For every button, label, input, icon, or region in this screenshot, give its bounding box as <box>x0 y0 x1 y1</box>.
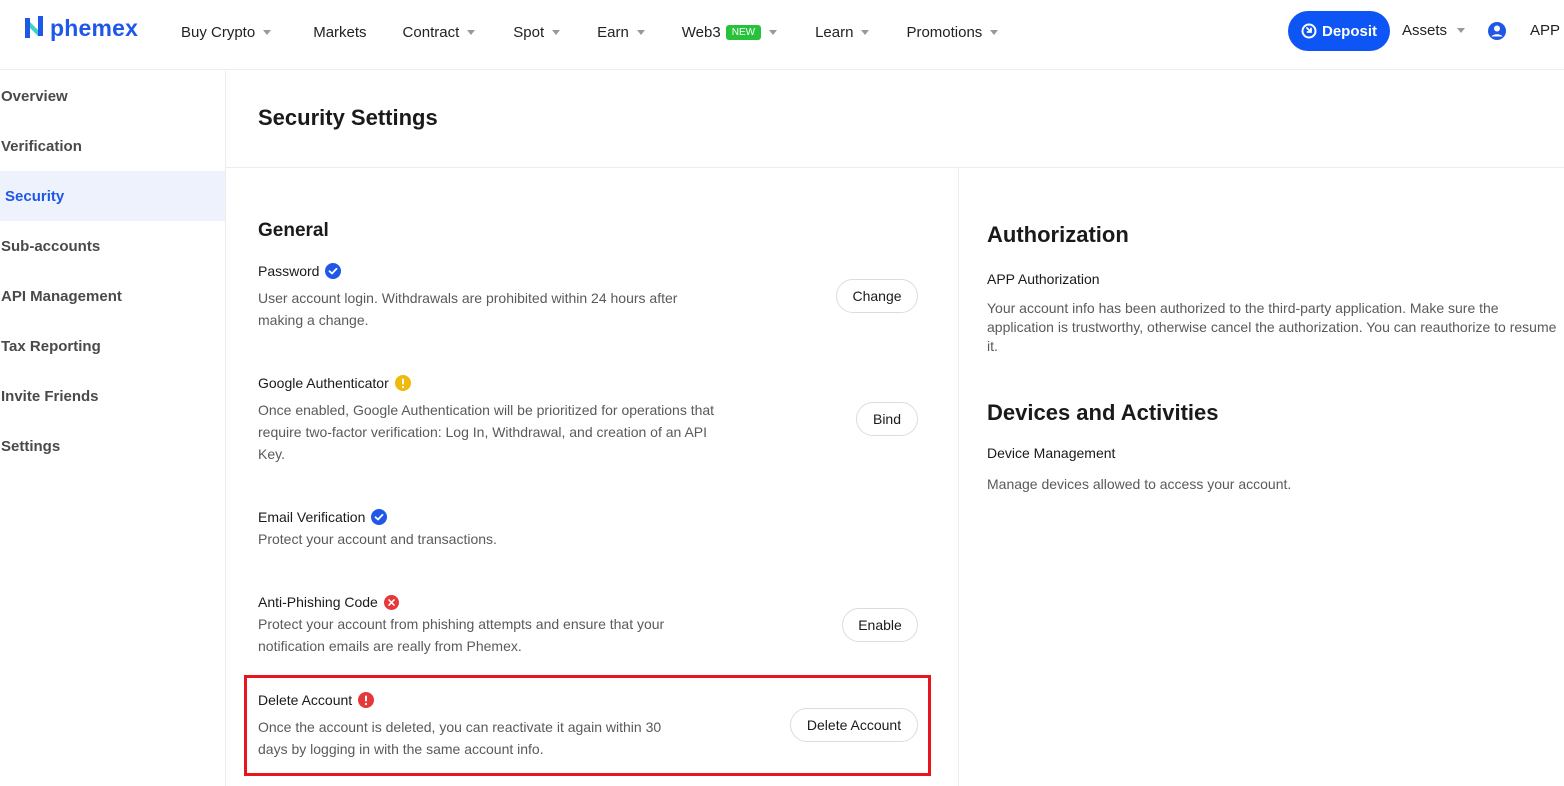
anti-phishing-description: Protect your account from phishing attem… <box>258 613 664 657</box>
description-line: Protect your account and transactions. <box>258 531 497 547</box>
bind-google-authenticator-button[interactable]: Bind <box>856 402 918 436</box>
sidebar-item-invite-friends[interactable]: Invite Friends <box>0 371 225 421</box>
x-circle-icon <box>383 594 399 610</box>
nav-contract[interactable]: Contract <box>403 24 476 41</box>
exclamation-circle-icon <box>358 692 375 708</box>
exclamation-circle-icon <box>394 375 411 391</box>
description-line: User account login. Withdrawals are proh… <box>258 290 678 306</box>
nav-label: Buy Crypto <box>181 23 256 41</box>
description-line: Once enabled, Google Authentication will… <box>258 402 715 418</box>
app-authorization-description: Your account info has been authorized to… <box>987 299 1564 356</box>
nav-label: Contract <box>402 23 460 41</box>
assets-label: Assets <box>1402 22 1448 39</box>
phemex-logo-icon <box>25 16 43 38</box>
phemex-logo[interactable]: phemex <box>24 14 138 42</box>
user-circle-icon[interactable] <box>1487 21 1507 41</box>
nav-learn[interactable]: Learn <box>815 23 870 41</box>
password-row-title: Password <box>258 263 342 279</box>
google-authenticator-description: Once enabled, Google Authentication will… <box>258 399 714 465</box>
nav-label: Promotions <box>906 23 983 41</box>
google-authenticator-row-title: Google Authenticator <box>258 375 411 391</box>
assets-menu[interactable]: Assets <box>1402 22 1466 39</box>
description-line: Your account info has been authorized to… <box>987 300 1499 316</box>
row-title-text: Email Verification <box>258 509 366 525</box>
delete-account-row-title: Delete Account <box>258 692 375 708</box>
chevron-down-icon <box>263 29 272 35</box>
deposit-label: Deposit <box>1321 22 1377 40</box>
device-management-link[interactable]: Device Management <box>987 445 1115 461</box>
description-line: Key. <box>258 446 285 462</box>
sidebar: Overview Verification Security Sub-accou… <box>0 71 226 786</box>
nav-label: Web3 <box>681 23 721 41</box>
app-link[interactable]: APP <box>1530 22 1560 39</box>
nav-web3[interactable]: Web3 NEW <box>681 23 778 41</box>
row-title-text: Anti-Phishing Code <box>258 594 378 610</box>
nav-earn[interactable]: Earn <box>597 24 645 41</box>
description-line: application is trustworthy, otherwise ca… <box>987 319 1557 335</box>
deposit-icon <box>1301 23 1317 39</box>
sidebar-item-tax-reporting[interactable]: Tax Reporting <box>0 321 225 371</box>
anti-phishing-row-title: Anti-Phishing Code <box>258 594 399 610</box>
nav-buy-crypto[interactable]: Buy Crypto <box>181 23 272 41</box>
page-title: Security Settings <box>258 105 438 130</box>
sidebar-item-sub-accounts[interactable]: Sub-accounts <box>0 221 225 271</box>
sidebar-item-settings[interactable]: Settings <box>0 421 225 471</box>
new-badge: NEW <box>725 24 762 40</box>
check-circle-icon <box>325 263 342 279</box>
sidebar-item-security[interactable]: Security <box>0 171 225 221</box>
delete-account-button[interactable]: Delete Account <box>790 708 918 742</box>
nav-label: Learn <box>815 23 854 41</box>
chevron-down-icon <box>552 29 561 35</box>
general-section: General Password User account login. Wit… <box>226 168 959 786</box>
email-verification-description: Protect your account and transactions. <box>258 528 497 550</box>
chevron-down-icon <box>1457 28 1466 33</box>
nav-markets[interactable]: Markets <box>313 24 366 41</box>
app-authorization-link[interactable]: APP Authorization <box>987 271 1100 287</box>
description-line: notification emails are really from Phem… <box>258 638 522 654</box>
delete-account-description: Once the account is deleted, you can rea… <box>258 716 661 760</box>
authorization-section: Authorization APP Authorization Your acc… <box>959 168 1564 786</box>
row-title-text: Delete Account <box>258 692 353 708</box>
nav-spot[interactable]: Spot <box>513 23 561 41</box>
sidebar-item-api-management[interactable]: API Management <box>0 271 225 321</box>
nav-label: Spot <box>513 23 545 41</box>
description-line: making a change. <box>258 312 369 328</box>
top-header: phemex Buy Crypto Markets Contract Spot … <box>0 0 1564 70</box>
nav-label: Markets <box>313 23 367 41</box>
description-line: Once the account is deleted, you can rea… <box>258 719 662 735</box>
devices-title: Devices and Activities <box>987 400 1219 425</box>
general-title: General <box>258 220 329 241</box>
chevron-down-icon <box>990 29 999 35</box>
nav-promotions[interactable]: Promotions <box>906 23 999 41</box>
enable-anti-phishing-button[interactable]: Enable <box>842 608 918 642</box>
nav-label: Earn <box>597 23 629 41</box>
chevron-down-icon <box>861 29 870 35</box>
description-line: days by logging in with the same account… <box>258 741 544 757</box>
device-management-description: Manage devices allowed to access your ac… <box>987 476 1292 492</box>
description-line: require two-factor verification: Log In,… <box>258 424 708 440</box>
deposit-button[interactable]: Deposit <box>1288 11 1390 51</box>
description-line: Protect your account from phishing attem… <box>258 616 665 632</box>
change-password-button[interactable]: Change <box>836 279 918 313</box>
email-verification-row-title: Email Verification <box>258 509 388 525</box>
authorization-title: Authorization <box>987 222 1129 247</box>
chevron-down-icon <box>769 29 778 35</box>
chevron-down-icon <box>636 29 645 35</box>
description-line: it. <box>987 338 998 354</box>
sidebar-item-overview[interactable]: Overview <box>0 71 225 121</box>
sidebar-item-verification[interactable]: Verification <box>0 121 225 171</box>
row-title-text: Google Authenticator <box>258 375 389 391</box>
main-nav: Buy Crypto Markets Contract Spot Earn We… <box>181 0 1040 64</box>
chevron-down-icon <box>467 29 476 35</box>
password-description: User account login. Withdrawals are proh… <box>258 287 677 331</box>
row-title-text: Password <box>258 263 320 279</box>
check-circle-icon <box>371 509 388 525</box>
title-bar: Security Settings <box>226 71 1564 168</box>
logo-text: phemex <box>50 14 139 41</box>
